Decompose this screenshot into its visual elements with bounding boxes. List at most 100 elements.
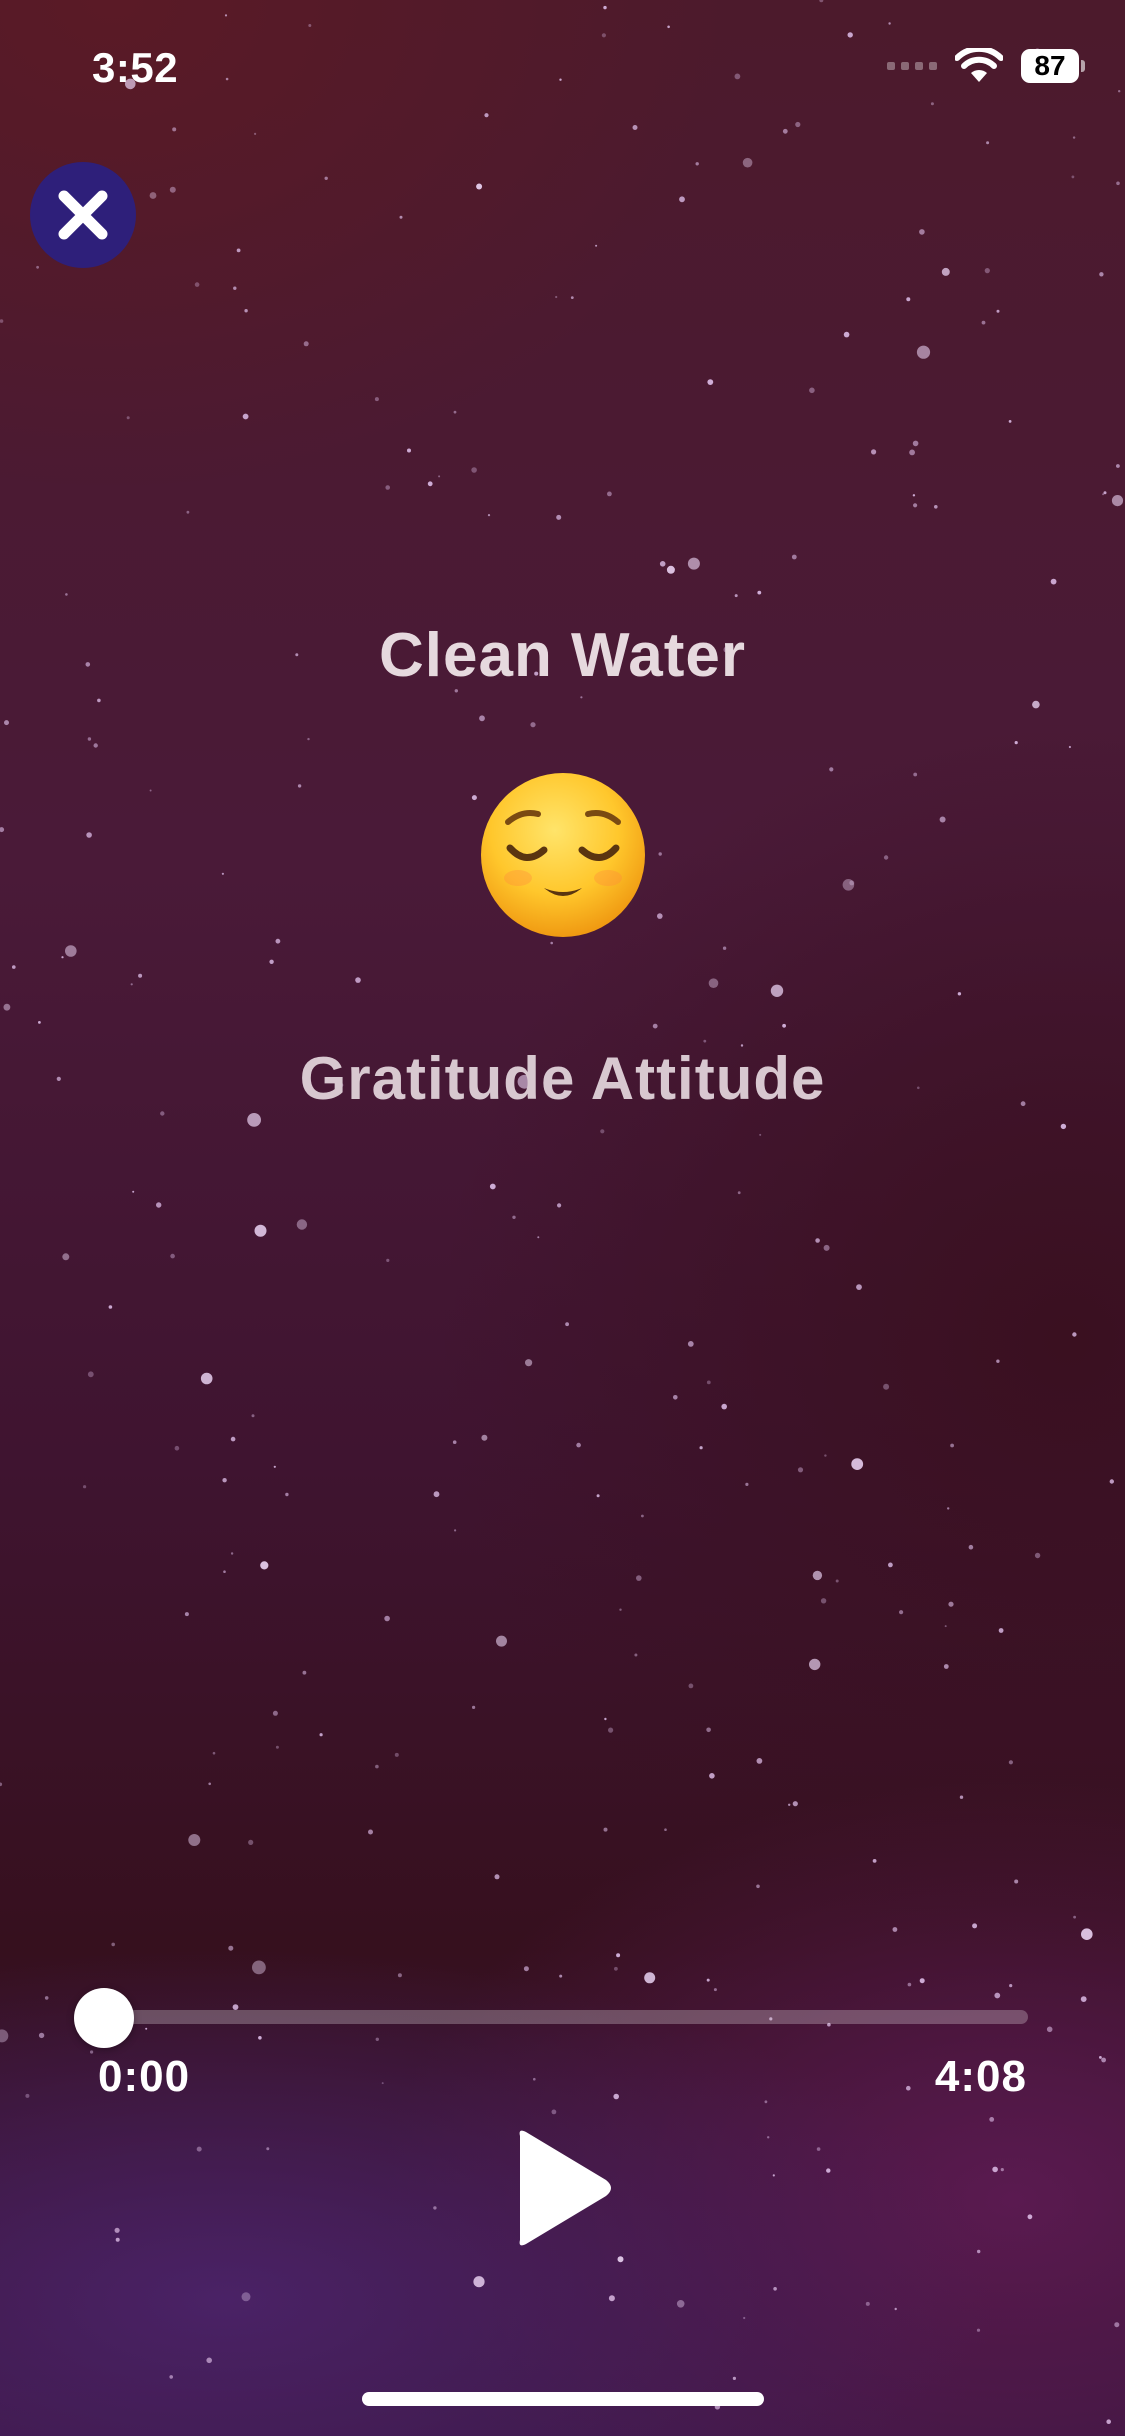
- star: [899, 1610, 904, 1615]
- star: [906, 2085, 911, 2091]
- star: [427, 481, 433, 487]
- star: [757, 590, 762, 595]
- star: [12, 965, 16, 969]
- star: [228, 1945, 234, 1951]
- star: [644, 1972, 656, 1984]
- star: [992, 2166, 998, 2173]
- star: [550, 941, 553, 945]
- star: [222, 1478, 227, 1483]
- star: [883, 1383, 890, 1390]
- star: [230, 1436, 236, 1442]
- star: [957, 992, 962, 996]
- star: [919, 229, 925, 235]
- star: [86, 832, 92, 838]
- play-button[interactable]: [508, 2128, 618, 2248]
- star: [948, 1601, 954, 1607]
- star: [815, 1238, 820, 1243]
- star: [959, 1795, 964, 1799]
- star: [1072, 136, 1076, 139]
- star: [1014, 1879, 1019, 1884]
- star: [1073, 1915, 1076, 1919]
- star: [788, 1803, 791, 1807]
- star: [773, 2287, 777, 2291]
- star: [484, 113, 489, 118]
- star: [617, 2256, 624, 2263]
- star: [297, 784, 302, 788]
- star: [275, 938, 281, 944]
- star: [1099, 2056, 1102, 2059]
- star: [977, 2249, 981, 2254]
- star: [892, 1927, 898, 1932]
- star: [913, 772, 918, 777]
- star: [512, 1215, 516, 1220]
- star: [126, 416, 130, 420]
- star: [1101, 2057, 1106, 2063]
- star: [603, 5, 607, 10]
- star: [186, 510, 190, 514]
- star: [934, 505, 938, 509]
- star: [607, 491, 612, 497]
- star: [248, 1839, 254, 1845]
- star: [221, 872, 224, 875]
- star: [438, 475, 441, 478]
- star: [374, 397, 379, 402]
- star: [743, 2316, 746, 2320]
- star: [1116, 181, 1120, 186]
- star: [604, 1717, 607, 1721]
- star: [981, 320, 986, 325]
- star: [1080, 1996, 1087, 2002]
- star: [83, 1485, 87, 1489]
- star: [251, 1414, 255, 1418]
- star: [537, 1236, 540, 1239]
- star: [703, 1039, 707, 1043]
- star: [1109, 1479, 1115, 1484]
- close-button[interactable]: [30, 162, 136, 268]
- star: [407, 448, 411, 453]
- star: [559, 78, 562, 81]
- star: [888, 1562, 893, 1568]
- star: [745, 1482, 749, 1486]
- star: [206, 2357, 212, 2364]
- star: [523, 1966, 529, 1972]
- star: [596, 1494, 600, 1498]
- star: [996, 1359, 1000, 1363]
- star: [812, 1570, 823, 1581]
- star: [676, 2300, 685, 2308]
- star: [208, 1782, 211, 1786]
- star: [241, 2292, 251, 2302]
- star: [38, 1021, 41, 1024]
- star: [236, 248, 241, 253]
- star: [454, 1529, 457, 1532]
- close-icon: [58, 190, 108, 240]
- star: [608, 1727, 614, 1733]
- star: [835, 1579, 839, 1583]
- star: [285, 1492, 289, 1497]
- current-time: 0:00: [98, 2052, 191, 2101]
- star: [1046, 2026, 1053, 2033]
- star: [687, 557, 700, 570]
- star: [894, 2307, 897, 2311]
- star: [453, 410, 457, 414]
- star: [44, 1996, 49, 2000]
- star: [1116, 464, 1120, 468]
- star: [872, 1859, 877, 1863]
- signal-icon: [887, 62, 937, 70]
- star: [823, 1244, 830, 1251]
- star: [169, 2375, 173, 2379]
- star: [576, 1442, 581, 1448]
- star: [641, 1514, 644, 1518]
- progress-track[interactable]: [104, 2010, 1028, 2024]
- star: [230, 1552, 234, 1555]
- star: [25, 2093, 30, 2098]
- relieved-face-icon: [481, 773, 645, 937]
- star: [138, 973, 143, 978]
- star: [1008, 1760, 1014, 1765]
- star: [756, 1758, 763, 1764]
- star: [996, 309, 1000, 313]
- star: [883, 855, 889, 860]
- star: [797, 1467, 804, 1473]
- star: [471, 795, 477, 801]
- progress-thumb[interactable]: [74, 1988, 134, 2048]
- star: [87, 737, 92, 741]
- star: [225, 77, 229, 81]
